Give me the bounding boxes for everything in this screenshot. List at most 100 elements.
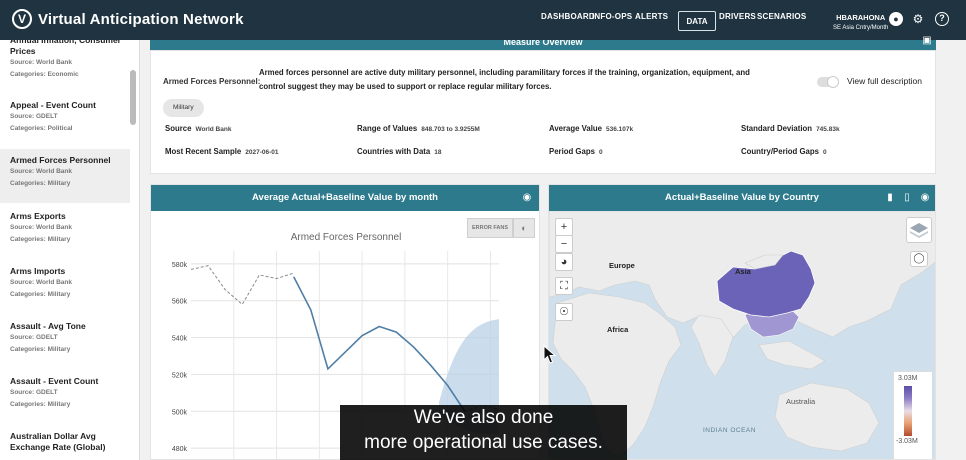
stat-value: 745.83k: [816, 126, 840, 133]
nav-info-ops[interactable]: INFO-OPS: [592, 12, 632, 21]
toggle-knob: [827, 76, 839, 88]
sidebar-item-source: Source: GDELT: [10, 113, 58, 120]
stat-value: 536.107k: [606, 126, 634, 133]
caption-line-1: We've also done: [413, 407, 554, 428]
color-legend: 3.03M -3.03M: [893, 371, 933, 459]
measure-overview-card: Armed Forces Personnel: Armed forces per…: [150, 50, 936, 174]
nav-drivers[interactable]: DRIVERS: [719, 12, 756, 21]
sidebar-item-armed-forces-personnel[interactable]: Armed Forces Personnel Source: World Ban…: [0, 149, 130, 203]
measure-label: Armed Forces Personnel:: [163, 77, 261, 86]
y-tick-label: 560k: [172, 299, 188, 306]
nav-dashboard[interactable]: DASHBOARD: [541, 12, 595, 21]
y-tick-label: 520k: [172, 372, 188, 379]
stat-value: World Bank: [195, 126, 232, 133]
category-tag[interactable]: Military: [163, 99, 204, 117]
layers-icon: [910, 223, 928, 238]
sidebar-item-source: Source: GDELT: [10, 389, 58, 396]
user-name: HBARAHONA: [836, 13, 886, 22]
sidebar-item-assault-avg-tone[interactable]: Assault - Avg Tone Source: GDELT Categor…: [0, 321, 130, 371]
sidebar-item-title: Arms Exports: [10, 211, 66, 221]
stat-label: Average Value: [549, 124, 603, 133]
book-icon[interactable]: ▮: [883, 191, 897, 205]
measure-description: Armed forces personnel are active duty m…: [259, 68, 750, 91]
view-full-label: View full description: [847, 76, 922, 86]
sidebar-item-title: Arms Imports: [10, 266, 66, 276]
nav-alerts[interactable]: ALERTS: [635, 12, 668, 21]
sidebar-item-title: Assault - Avg Tone: [10, 321, 86, 331]
sidebar-item-appeal-event-count[interactable]: Appeal - Event Count Source: GDELT Categ…: [0, 100, 130, 150]
stat-label: Most Recent Sample: [165, 147, 242, 156]
sidebar-item-category: Categories: Military: [10, 401, 71, 408]
nav-scenarios[interactable]: SCENARIOS: [757, 12, 806, 21]
sidebar-scrollbar[interactable]: [130, 70, 136, 125]
stat-country-period-gaps: Country/Period Gaps 0: [741, 147, 827, 156]
map-label-australia: Australia: [786, 397, 816, 406]
bar-chart-icon[interactable]: ▯: [900, 191, 914, 205]
globe-icon[interactable]: ◕: [555, 253, 573, 271]
expand-icon[interactable]: ▣: [920, 34, 934, 48]
sidebar-item-category: Categories: Military: [10, 346, 71, 353]
sidebar-item-title: Appeal - Event Count: [10, 100, 96, 110]
stat-value: 848.703 to 3.9255M: [421, 126, 480, 133]
layers-button[interactable]: [906, 217, 932, 243]
map-label-indian-ocean: INDIAN OCEAN: [703, 427, 756, 434]
main-content: Measure Overview ▣ Armed Forces Personne…: [148, 35, 938, 460]
stat-label: Range of Values: [357, 124, 418, 133]
sidebar-item-arms-imports[interactable]: Arms Imports Source: World Bank Categori…: [0, 266, 130, 316]
sidebar-item-category: Categories: Military: [10, 291, 71, 298]
sidebar-item-source: Source: World Bank: [10, 279, 73, 286]
legend-gradient: [904, 386, 912, 436]
fullscreen-icon[interactable]: ⛶: [555, 277, 573, 295]
y-tick-label: 480k: [172, 446, 188, 453]
user-info[interactable]: HBARAHONA SE Asia Cntry/Month: [833, 12, 888, 34]
stat-label: Period Gaps: [549, 147, 595, 156]
sidebar-item-category: Categories: Military: [10, 236, 71, 243]
map-label-africa: Africa: [607, 325, 629, 334]
camera-icon[interactable]: ◉: [520, 191, 534, 205]
gear-icon[interactable]: ⚙: [911, 12, 925, 26]
mouse-cursor-icon: [543, 345, 557, 364]
stat-range: Range of Values 848.703 to 3.9255M: [357, 124, 480, 133]
zoom-out-button[interactable]: −: [555, 235, 573, 253]
caption-line-2: more operational use cases.: [364, 432, 603, 453]
sidebar-item-title: Assault - Event Count: [10, 376, 99, 386]
sidebar-item-source: Source: World Bank: [10, 224, 73, 231]
sidebar-item-arms-exports[interactable]: Arms Exports Source: World Bank Categori…: [0, 211, 130, 261]
camera-icon[interactable]: ◉: [918, 191, 932, 205]
lasso-select-icon[interactable]: ◯: [910, 251, 928, 267]
view-full-toggle[interactable]: [817, 76, 839, 88]
sidebar-item-category: Categories: Military: [10, 180, 71, 187]
stat-label: Country/Period Gaps: [741, 147, 819, 156]
stat-value: 18: [434, 149, 442, 156]
user-context: SE Asia Cntry/Month: [833, 25, 889, 31]
stat-label: Standard Deviation: [741, 124, 813, 133]
map-header: Actual+Baseline Value by Country: [549, 185, 935, 211]
zoom-in-button[interactable]: +: [555, 218, 573, 236]
stat-period-gaps: Period Gaps 0: [549, 147, 603, 156]
stat-source: Source World Bank: [165, 124, 231, 133]
overview-header: Measure Overview: [150, 40, 936, 50]
stat-average: Average Value 536.107k: [549, 124, 633, 133]
help-icon[interactable]: ?: [935, 12, 949, 26]
stat-value: 0: [598, 149, 603, 156]
sidebar-item-title: Armed Forces Personnel: [10, 155, 111, 165]
nav-data[interactable]: DATA: [678, 11, 716, 31]
sidebar-item-source: Source: GDELT: [10, 334, 58, 341]
measure-list-sidebar: Annual Inflation, Consumer Prices Source…: [0, 40, 140, 460]
sidebar-item-category: Categories: Economic: [10, 71, 79, 78]
locate-icon[interactable]: ☉: [555, 303, 573, 321]
line-chart-header: Average Actual+Baseline Value by month: [151, 185, 539, 211]
brand[interactable]: V Virtual Anticipation Network: [12, 9, 244, 29]
chart-title: Armed Forces Personnel: [291, 232, 402, 243]
map-label-asia: Asia: [735, 267, 751, 276]
legend-min-label: -3.03M: [896, 438, 918, 445]
sidebar-item-assault-event-count[interactable]: Assault - Event Count Source: GDELT Cate…: [0, 376, 130, 426]
sidebar-item-australian-dollar[interactable]: Australian Dollar Avg Exchange Rate (Glo…: [0, 431, 130, 460]
y-tick-label: 580k: [172, 262, 188, 269]
sidebar-item-title: Annual Inflation, Consumer Prices: [10, 40, 121, 56]
sidebar-item-source: Source: World Bank: [10, 59, 73, 66]
stat-label: Source: [165, 124, 192, 133]
sidebar-item-annual-inflation[interactable]: Annual Inflation, Consumer Prices Source…: [0, 40, 130, 85]
legend-max-label: 3.03M: [898, 375, 918, 382]
user-avatar-icon[interactable]: ●: [889, 12, 903, 26]
